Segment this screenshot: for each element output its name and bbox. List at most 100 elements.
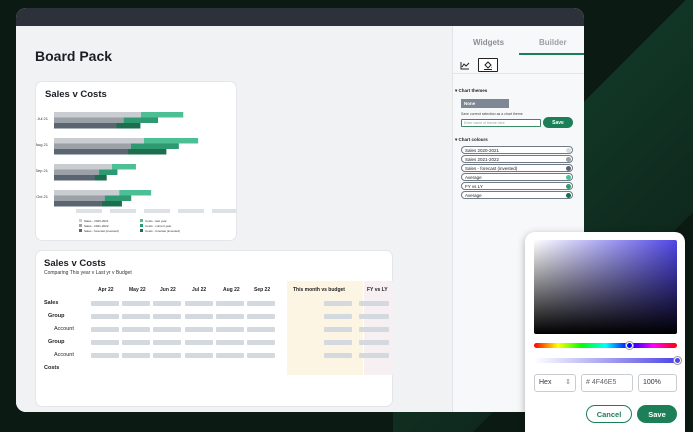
table-cell xyxy=(91,314,119,319)
sales-bar xyxy=(54,149,139,155)
table-cell xyxy=(153,314,181,319)
table-cell xyxy=(153,340,181,345)
legend-swatch xyxy=(140,219,143,222)
theme-select[interactable]: None xyxy=(461,99,509,108)
app-window: Board Pack Sales v Costs Jul 21 Aug 21 Sep… xyxy=(16,8,584,412)
table-cell xyxy=(122,340,150,345)
table-cell xyxy=(324,301,352,306)
table-cell xyxy=(324,340,352,345)
chart-colours-label: Chart colours xyxy=(458,137,488,142)
colour-swatch[interactable] xyxy=(566,148,571,153)
hex-input[interactable]: # 4F46E5 xyxy=(581,374,633,392)
colour-row[interactable]: FY vs LY xyxy=(461,182,573,190)
hue-slider[interactable] xyxy=(534,343,677,348)
table-cell xyxy=(185,340,213,345)
row-label: Sales xyxy=(44,300,59,306)
table-cell xyxy=(216,353,244,358)
legend-label: Costs - last year xyxy=(145,219,167,223)
theme-name-input[interactable]: Enter name of theme here xyxy=(461,119,541,127)
costs-bar xyxy=(104,195,132,201)
colour-row[interactable]: Average xyxy=(461,173,573,181)
table-cell xyxy=(185,301,213,306)
opacity-input[interactable]: 100% xyxy=(638,374,677,392)
table-cell xyxy=(324,314,352,319)
table-cell xyxy=(216,301,244,306)
table-row: Group xyxy=(42,310,389,323)
colour-row-label: FY vs LY xyxy=(465,184,483,189)
colour-swatch[interactable] xyxy=(566,157,571,162)
table-cell xyxy=(91,353,119,358)
table-card[interactable]: Sales v Costs Comparing This year v Last… xyxy=(36,251,394,406)
colour-swatch[interactable] xyxy=(566,166,571,171)
table-cell xyxy=(359,353,389,358)
table-cell xyxy=(247,301,275,306)
table-cell xyxy=(216,327,244,332)
legend-label: Sales - 2021-2022 xyxy=(84,224,109,228)
costs-bar xyxy=(123,117,159,123)
paint-bucket-icon[interactable] xyxy=(478,58,498,72)
legend-swatch xyxy=(79,229,82,232)
column-header: This month vs budget xyxy=(293,287,345,293)
costs-bar xyxy=(128,149,167,155)
table-row: Account xyxy=(42,349,389,362)
legend-swatch xyxy=(79,224,82,227)
sales-bar xyxy=(54,123,127,129)
save-theme-button[interactable]: Save xyxy=(543,117,573,128)
colour-row-label: Average xyxy=(465,175,482,180)
legend-label: Costs - forecast (invested) xyxy=(145,229,180,233)
save-button[interactable]: Save xyxy=(637,405,677,423)
chevron-updown-icon: ⇕ xyxy=(565,379,571,386)
saturation-value-area[interactable] xyxy=(534,240,677,334)
main-area: Board Pack Sales v Costs Jul 21 Aug 21 Sep… xyxy=(16,26,452,412)
sales-bar xyxy=(54,143,141,149)
table-cell xyxy=(247,314,275,319)
legend-swatch xyxy=(140,229,143,232)
legend-label: Costs - current year xyxy=(145,224,171,228)
colour-row-label: Sales - forecast (invested) xyxy=(465,166,518,171)
colour-swatch[interactable] xyxy=(566,175,571,180)
colour-row[interactable]: Average xyxy=(461,191,573,199)
colour-swatch[interactable] xyxy=(566,184,571,189)
costs-bar xyxy=(99,169,118,175)
chart-themes-heading[interactable]: ▾ Chart themes xyxy=(455,88,487,94)
table-cell xyxy=(153,353,181,358)
cancel-button[interactable]: Cancel xyxy=(586,405,632,423)
opacity-slider[interactable] xyxy=(534,358,677,363)
color-picker: Hex ⇕ # 4F46E5 100% Cancel Save xyxy=(525,232,685,432)
sales-bar xyxy=(54,164,112,170)
table-cell xyxy=(247,353,275,358)
table-cell xyxy=(122,327,150,332)
table-cell xyxy=(216,340,244,345)
sales-bar xyxy=(54,117,134,123)
legend-label: Sales - 2020-2021 xyxy=(84,219,109,223)
table-cell xyxy=(216,314,244,319)
table-row: Group xyxy=(42,336,389,349)
line-chart-icon[interactable] xyxy=(457,58,473,72)
colour-row-label: Sales 2020-2021 xyxy=(465,148,500,153)
x-tick-placeholder xyxy=(76,209,102,213)
colour-swatch[interactable] xyxy=(566,193,571,198)
chart-colours-heading[interactable]: ▾ Chart colours xyxy=(455,137,488,143)
table-cell xyxy=(153,327,181,332)
sales-bar xyxy=(54,112,141,118)
tab-builder[interactable]: Builder xyxy=(539,38,567,47)
sales-bar xyxy=(54,190,120,196)
tab-widgets[interactable]: Widgets xyxy=(473,38,504,47)
category-label: Jul 21 xyxy=(37,116,48,121)
table-row: Sales xyxy=(42,297,389,310)
opacity-slider-handle[interactable] xyxy=(673,357,681,364)
table-cell xyxy=(91,327,119,332)
costs-bar xyxy=(119,190,152,196)
chart-card[interactable]: Sales v Costs Jul 21 Aug 21 Sep 21 Oct 21 Sa… xyxy=(36,82,236,240)
colour-row[interactable]: Sales 2020-2021 xyxy=(461,146,573,154)
table-cell xyxy=(91,340,119,345)
colour-row[interactable]: Sales - forecast (invested) xyxy=(461,164,573,172)
table-cell xyxy=(153,301,181,306)
costs-bar xyxy=(102,201,122,207)
page-title: Board Pack xyxy=(35,48,113,64)
legend-swatch xyxy=(140,224,143,227)
table-cell xyxy=(324,327,352,332)
category-label: Sep 21 xyxy=(36,168,49,173)
colour-row[interactable]: Sales 2021-2022 xyxy=(461,155,573,163)
format-select[interactable]: Hex ⇕ xyxy=(534,374,576,392)
